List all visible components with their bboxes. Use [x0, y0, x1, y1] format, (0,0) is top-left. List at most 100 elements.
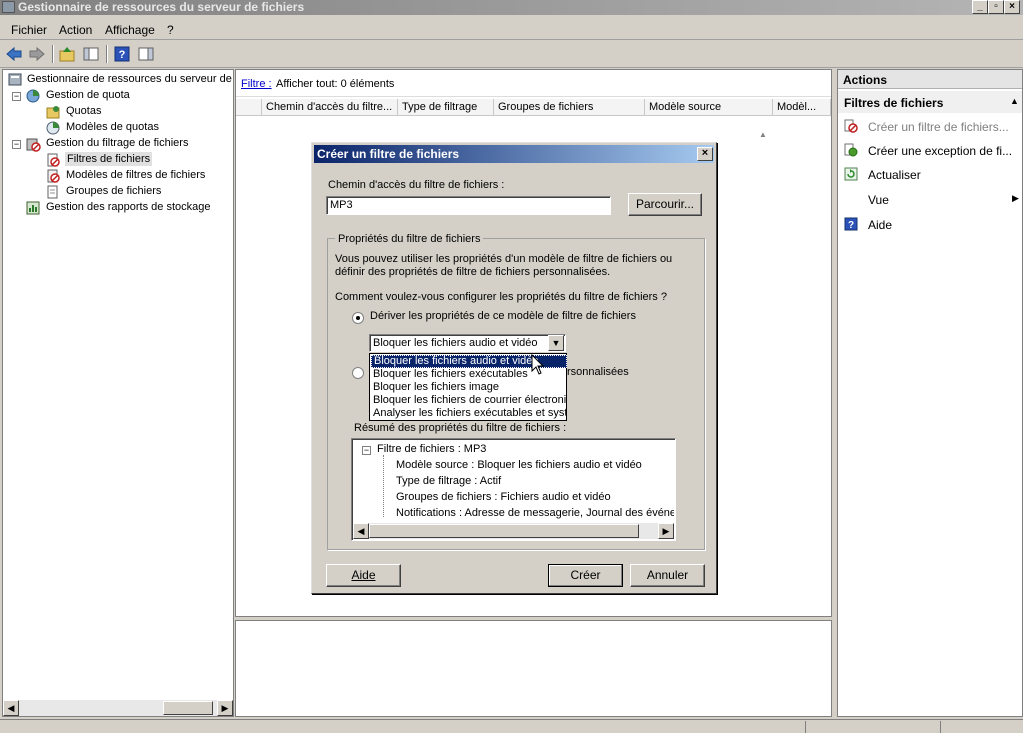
window-title-bar[interactable]: Gestionnaire de ressources du serveur de… [0, 0, 1023, 15]
column-icon[interactable] [236, 99, 262, 115]
intro-line-2: définir des propriétés de filtre de fich… [335, 266, 611, 278]
actions-section-title: Filtres de fichiers [844, 96, 944, 110]
tree-item-file-screen-templates[interactable]: Modèles de filtres de fichiers [66, 169, 205, 181]
summary-horizontal-scrollbar[interactable]: ◀ ▶ [353, 523, 674, 539]
path-label: Chemin d'accès du filtre de fichiers : [328, 179, 505, 191]
expander-quota[interactable]: − [12, 92, 21, 101]
storage-reports-icon [25, 200, 41, 216]
server-app-icon [2, 1, 15, 13]
custom-properties-label[interactable]: rsonnalisées [567, 366, 629, 378]
scroll-thumb[interactable] [163, 701, 213, 715]
tree-horizontal-scrollbar[interactable]: ◀ ▶ [3, 700, 233, 716]
back-arrow-icon[interactable] [5, 45, 23, 63]
summary-filter-type: Type de filtrage : Actif [396, 475, 502, 487]
tree-item-quota-management[interactable]: Gestion de quota [46, 89, 130, 101]
browse-button[interactable]: Parcourir... [628, 193, 702, 216]
create-exception-icon [844, 143, 858, 157]
restore-button[interactable]: ▫ [988, 0, 1004, 14]
list-header: Chemin d'accès du filtre... Type de filt… [236, 99, 831, 139]
status-bar [0, 719, 1023, 733]
menu-fichier[interactable]: Fichier [11, 23, 47, 37]
derive-template-radio[interactable] [352, 312, 364, 324]
show-action-pane-icon[interactable] [137, 45, 155, 63]
refresh-icon [844, 167, 858, 181]
scroll-thumb[interactable] [369, 524, 639, 538]
tree-item-file-screening[interactable]: Gestion du filtrage de fichiers [46, 137, 188, 149]
create-button[interactable]: Créer [548, 564, 623, 587]
help-icon[interactable]: ? [113, 45, 131, 63]
svg-text:?: ? [119, 49, 126, 61]
template-combo[interactable]: Bloquer les fichiers audio et vidéo [369, 334, 566, 352]
tree-item-quotas[interactable]: Quotas [66, 105, 101, 117]
menu-action[interactable]: Action [59, 23, 92, 37]
mouse-cursor-icon [531, 353, 545, 376]
menu-affichage[interactable]: Affichage [105, 23, 155, 37]
action-help[interactable]: ? Aide [838, 215, 1022, 235]
derive-template-label[interactable]: Dériver les propriétés de ce modèle de f… [370, 310, 636, 322]
window-title: Gestionnaire de ressources du serveur de… [18, 0, 305, 14]
template-combo-value: Bloquer les fichiers audio et vidéo [373, 337, 538, 349]
summary-source-template: Modèle source : Bloquer les fichiers aud… [396, 459, 642, 471]
file-screening-icon [25, 136, 41, 152]
properties-group-title: Propriétés du filtre de fichiers [335, 233, 484, 245]
minimize-button[interactable]: _ [972, 0, 988, 14]
scroll-left-icon[interactable]: ◀ [353, 523, 369, 539]
path-input[interactable]: MP3 [326, 196, 611, 215]
action-view[interactable]: Vue ▶ [838, 190, 1022, 210]
help-button[interactable]: Aide [326, 564, 401, 587]
collapse-arrow-icon[interactable]: ▲ [1010, 96, 1019, 106]
submenu-arrow-icon: ▶ [1012, 193, 1019, 203]
close-button[interactable]: × [1004, 0, 1020, 14]
column-filter-type[interactable]: Type de filtrage [398, 99, 494, 115]
tree-item-storage-reports[interactable]: Gestion des rapports de stockage [46, 201, 210, 213]
dialog-close-icon[interactable]: × [697, 147, 713, 161]
scroll-left-icon[interactable]: ◀ [3, 700, 19, 716]
action-create-exception[interactable]: Créer une exception de fi... [838, 141, 1022, 161]
cancel-button[interactable]: Annuler [630, 564, 705, 587]
actions-header: Actions [843, 73, 888, 87]
column-template[interactable]: Modèl... [773, 99, 831, 115]
show-hide-tree-icon[interactable] [82, 45, 100, 63]
combo-dropdown-arrow-icon[interactable]: ▼ [548, 335, 564, 351]
summary-root: Filtre de fichiers : MP3 [377, 443, 487, 455]
actions-section-header[interactable]: Filtres de fichiers ▲ [838, 91, 1022, 113]
tree-root[interactable]: Gestionnaire de ressources du serveur de [27, 73, 232, 85]
up-folder-icon[interactable] [58, 45, 76, 63]
actions-pane: Actions Filtres de fichiers ▲ Créer un f… [837, 69, 1023, 717]
action-refresh[interactable]: Actualiser [838, 165, 1022, 185]
column-file-groups[interactable]: Groupes de fichiers [494, 99, 645, 115]
dropdown-option[interactable]: Bloquer les fichiers image [371, 381, 567, 394]
scroll-right-icon[interactable]: ▶ [217, 700, 233, 716]
intro-line-1: Vous pouvez utiliser les propriétés d'un… [335, 253, 673, 265]
details-pane [235, 620, 832, 717]
file-server-icon [7, 72, 23, 88]
file-screens-icon [45, 152, 61, 168]
menu-bar: Fichier Action Affichage ? [0, 20, 1023, 40]
action-create-file-screen[interactable]: Créer un filtre de fichiers... [838, 117, 1022, 137]
filter-link[interactable]: Filtre : [241, 78, 272, 90]
help-icon: ? [844, 217, 858, 231]
forward-arrow-icon[interactable] [28, 45, 46, 63]
summary-expander[interactable]: − [362, 446, 371, 455]
menu-help[interactable]: ? [167, 23, 174, 37]
config-question: Comment voulez-vous configurer les propr… [335, 291, 667, 303]
dialog-title: Créer un filtre de fichiers [317, 147, 460, 161]
tree-item-quota-templates[interactable]: Modèles de quotas [66, 121, 159, 133]
expander-file-screening[interactable]: − [12, 140, 21, 149]
column-path[interactable]: Chemin d'accès du filtre... [262, 99, 398, 115]
file-screen-templates-icon [45, 168, 61, 184]
create-screen-icon [844, 119, 858, 133]
quota-management-icon [25, 88, 41, 104]
summary-label: Résumé des propriétés du filtre de fichi… [354, 422, 567, 434]
file-groups-icon [45, 184, 61, 200]
dropdown-option[interactable]: Analyser les fichiers exécutables et sys… [371, 407, 567, 420]
tree-item-file-screens[interactable]: Filtres de fichiers [65, 152, 153, 166]
summary-tree[interactable]: − Filtre de fichiers : MP3 Modèle source… [351, 438, 676, 541]
column-source-template[interactable]: Modèle source [645, 99, 773, 115]
dialog-title-bar[interactable]: Créer un filtre de fichiers × [314, 145, 714, 163]
tree-item-file-groups[interactable]: Groupes de fichiers [66, 185, 161, 197]
dropdown-option[interactable]: Bloquer les fichiers de courrier électro… [371, 394, 567, 407]
scroll-right-icon[interactable]: ▶ [658, 523, 674, 539]
quotas-icon [45, 104, 61, 120]
custom-properties-radio[interactable] [352, 367, 364, 379]
